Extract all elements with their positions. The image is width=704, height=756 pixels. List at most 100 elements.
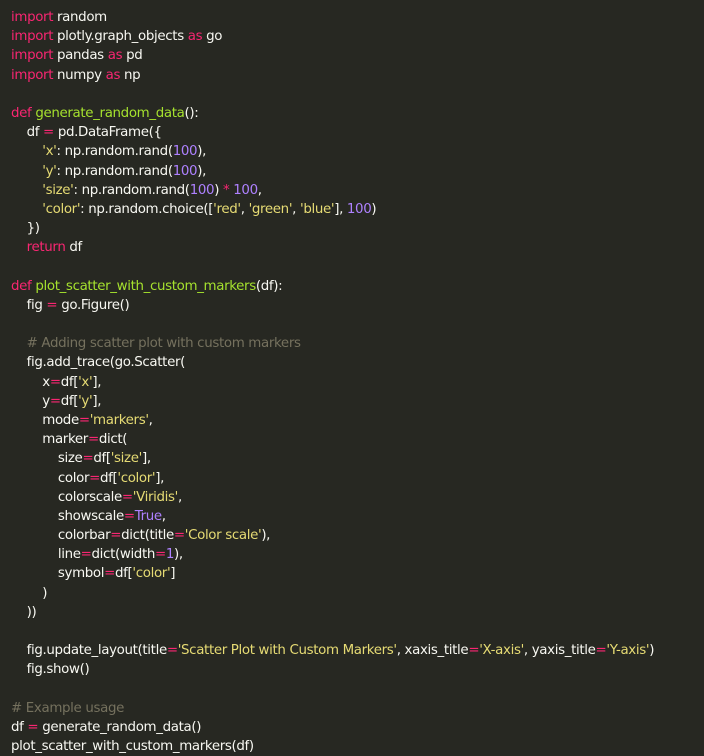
code-line[interactable]: mode='markers', bbox=[11, 411, 704, 430]
keyword-token: def bbox=[11, 278, 32, 294]
code-line[interactable]: import numpy as np bbox=[11, 66, 704, 85]
code-text-token: : np.random.rand( bbox=[56, 144, 174, 160]
code-text-token: symbol bbox=[11, 566, 105, 582]
code-text-token: go bbox=[202, 29, 223, 45]
string-token: 'size' bbox=[110, 451, 143, 467]
code-text-token: dict(width bbox=[91, 547, 156, 563]
code-line[interactable]: }) bbox=[11, 219, 704, 238]
number-token: 100 bbox=[233, 182, 258, 198]
code-text-token: , bbox=[177, 489, 182, 505]
string-token: 'X-axis' bbox=[479, 643, 524, 659]
code-text-token: fig bbox=[11, 297, 47, 313]
function-name-token: generate_random_data bbox=[35, 105, 185, 121]
code-text-token: }) bbox=[11, 221, 40, 237]
code-line[interactable]: 'size': np.random.rand(100) * 100, bbox=[11, 181, 704, 200]
code-text-token: , bbox=[161, 508, 166, 524]
function-name-token: plot_scatter_with_custom_markers bbox=[35, 278, 256, 294]
code-line[interactable] bbox=[11, 680, 704, 699]
keyword-token: = bbox=[595, 643, 607, 659]
code-text-token: dict( bbox=[98, 432, 128, 448]
code-line[interactable]: df = pd.DataFrame({ bbox=[11, 123, 704, 142]
code-text-token: np bbox=[120, 67, 141, 83]
string-token: 'x' bbox=[42, 144, 57, 160]
code-line[interactable]: fig.show() bbox=[11, 660, 704, 679]
code-line[interactable]: def plot_scatter_with_custom_markers(df)… bbox=[11, 277, 704, 296]
code-line[interactable]: marker=dict( bbox=[11, 430, 704, 449]
code-line[interactable]: 'y': np.random.rand(100), bbox=[11, 162, 704, 181]
code-line[interactable] bbox=[11, 315, 704, 334]
code-line[interactable]: colorscale='Viridis', bbox=[11, 488, 704, 507]
code-line[interactable]: colorbar=dict(title='Color scale'), bbox=[11, 526, 704, 545]
number-token: 1 bbox=[165, 547, 175, 563]
keyword-token: = bbox=[123, 508, 135, 524]
code-text-token: (df): bbox=[255, 278, 283, 294]
code-line[interactable] bbox=[11, 85, 704, 104]
number-token: 100 bbox=[346, 201, 372, 217]
code-line[interactable]: color=df['color'], bbox=[11, 469, 704, 488]
code-line[interactable]: fig.update_layout(title='Scatter Plot wi… bbox=[11, 641, 704, 660]
keyword-token: = bbox=[166, 643, 178, 659]
string-token: 'size' bbox=[42, 182, 74, 198]
code-line[interactable]: plot_scatter_with_custom_markers(df) bbox=[11, 737, 704, 756]
string-token: 'Y-axis' bbox=[606, 643, 650, 659]
code-line[interactable] bbox=[11, 257, 704, 276]
code-editor[interactable]: import random import plotly.graph_objects… bbox=[0, 0, 704, 754]
code-line[interactable]: y=df['y'], bbox=[11, 392, 704, 411]
code-text-token: (): bbox=[184, 105, 199, 121]
code-line[interactable] bbox=[11, 622, 704, 641]
code-text-token: size bbox=[11, 451, 83, 467]
keyword-token: import bbox=[11, 10, 54, 25]
number-token: 100 bbox=[172, 144, 198, 160]
code-text-token: generate_random_data() bbox=[38, 719, 202, 735]
code-text-token: ], bbox=[141, 451, 151, 467]
code-line[interactable]: showscale=True, bbox=[11, 507, 704, 526]
code-line[interactable]: # Adding scatter plot with custom marker… bbox=[11, 334, 704, 353]
code-line[interactable]: import random bbox=[11, 8, 704, 27]
code-line[interactable]: )) bbox=[11, 603, 704, 622]
code-text-token: y bbox=[11, 393, 50, 409]
keyword-token: = bbox=[173, 528, 185, 544]
code-line[interactable]: fig.add_trace(go.Scatter( bbox=[11, 353, 704, 372]
code-text-token: , yaxis_title bbox=[523, 643, 596, 659]
code-line[interactable]: 'x': np.random.rand(100), bbox=[11, 142, 704, 161]
code-line[interactable]: line=dict(width=1), bbox=[11, 545, 704, 564]
code-text-token: , bbox=[148, 412, 153, 428]
keyword-token: = bbox=[80, 547, 92, 563]
code-text-token: , bbox=[240, 201, 249, 217]
keyword-token: = bbox=[78, 412, 90, 428]
keyword-token: = bbox=[87, 432, 99, 448]
code-line[interactable]: size=df['size'], bbox=[11, 449, 704, 468]
keyword-token: = bbox=[104, 566, 116, 582]
code-text-token: numpy bbox=[53, 67, 106, 83]
keyword-token: def bbox=[11, 105, 32, 121]
code-text-token: plot_scatter_with_custom_markers(df) bbox=[11, 739, 254, 755]
keyword-token: as bbox=[107, 48, 123, 64]
code-line[interactable]: df = generate_random_data() bbox=[11, 718, 704, 737]
code-text-token: colorscale bbox=[11, 489, 122, 505]
code-line[interactable]: import pandas as pd bbox=[11, 46, 704, 65]
keyword-token: = bbox=[468, 643, 480, 659]
code-text-token: ], bbox=[92, 374, 102, 390]
code-line[interactable]: fig = go.Figure() bbox=[11, 296, 704, 315]
code-text-token: fig.add_trace(go.Scatter( bbox=[11, 355, 186, 371]
code-line[interactable]: x=df['x'], bbox=[11, 373, 704, 392]
code-line[interactable]: # Example usage bbox=[11, 699, 704, 718]
code-text-token: df[ bbox=[99, 470, 118, 486]
number-token: 100 bbox=[189, 182, 215, 198]
code-line[interactable]: def generate_random_data(): bbox=[11, 104, 704, 123]
code-line[interactable]: ) bbox=[11, 584, 704, 603]
code-text-token: dict(title bbox=[121, 528, 174, 544]
code-line[interactable]: import plotly.graph_objects as go bbox=[11, 27, 704, 46]
number-token: 100 bbox=[172, 163, 198, 179]
code-text-token: ) bbox=[11, 585, 48, 601]
code-text-token: df bbox=[11, 125, 44, 141]
code-text-token: ], bbox=[92, 393, 102, 409]
code-line[interactable]: symbol=df['color'] bbox=[11, 564, 704, 583]
code-line[interactable]: 'color': np.random.choice(['red', 'green… bbox=[11, 200, 704, 219]
code-text-token: , xaxis_title bbox=[396, 643, 469, 659]
string-token: 'blue' bbox=[299, 201, 335, 217]
code-line[interactable]: return df bbox=[11, 238, 704, 257]
